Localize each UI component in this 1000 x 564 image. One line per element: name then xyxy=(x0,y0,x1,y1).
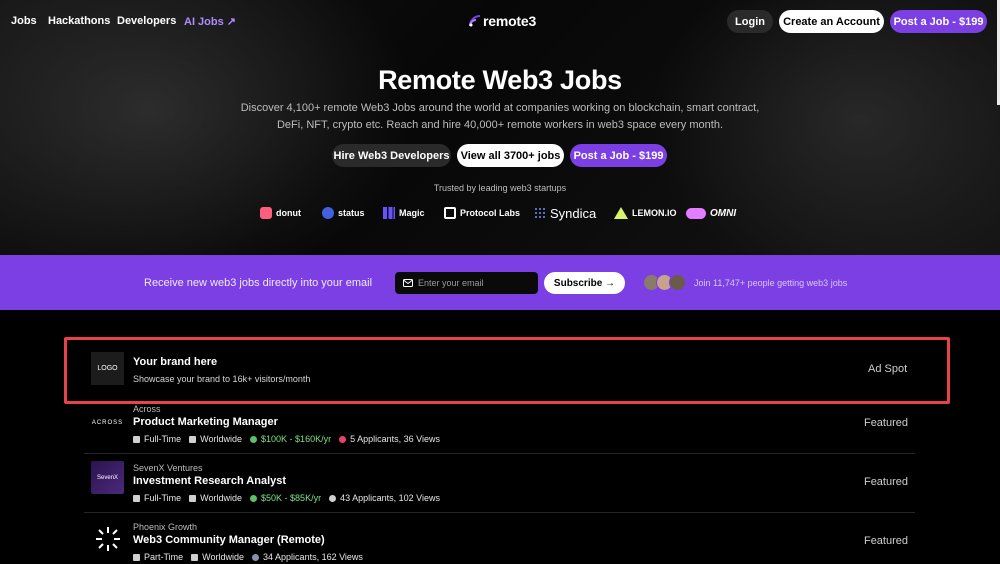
ad-spot-label: Ad Spot xyxy=(868,363,908,375)
applicants-icon xyxy=(339,435,347,443)
email-placeholder: Enter your email xyxy=(418,278,484,288)
dollar-icon xyxy=(250,494,258,502)
job-title[interactable]: Investment Research Analyst xyxy=(133,475,286,487)
join-count-text: Join 11,747+ people getting web3 jobs xyxy=(694,278,848,288)
donut-icon xyxy=(260,207,272,219)
job-location: Worldwide xyxy=(200,493,243,503)
ad-title[interactable]: Your brand here xyxy=(133,356,217,368)
job-type: Part-Time xyxy=(144,552,184,562)
job-title[interactable]: Web3 Community Manager (Remote) xyxy=(133,534,325,546)
subscribe-button[interactable]: Subscribe → xyxy=(544,272,625,294)
top-nav: Jobs Hackathons Developers AI Jobs ↗ rem… xyxy=(0,0,1000,44)
status-icon xyxy=(322,207,334,219)
job-location: Worldwide xyxy=(202,552,245,562)
across-logo-text: ACROSS xyxy=(91,419,124,426)
partner-lemon-io: LEMON.IO xyxy=(614,205,677,221)
job-stats: 43 Applicants, 102 Views xyxy=(340,493,440,503)
job-row[interactable]: ACROSS Across Product Marketing Manager … xyxy=(84,400,915,459)
avatar xyxy=(669,274,686,291)
subscribe-band: Receive new web3 jobs directly into your… xyxy=(0,255,1000,310)
partner-magic: Magic xyxy=(383,205,425,221)
partner-protocol-labs: Protocol Labs xyxy=(444,205,520,221)
page-title: Remote Web3 Jobs xyxy=(378,65,622,95)
job-meta: Part-Time Worldwide 34 Applicants, 162 V… xyxy=(133,552,363,562)
featured-badge: Featured xyxy=(863,417,908,429)
partner-omni: OMNI xyxy=(686,205,736,221)
featured-badge: Featured xyxy=(863,535,908,547)
job-company: Across xyxy=(133,404,161,414)
job-type: Full-Time xyxy=(144,434,182,444)
mail-icon xyxy=(403,279,413,287)
job-row[interactable]: SevenX SevenX Ventures Investment Resear… xyxy=(84,459,915,518)
job-meta: Full-Time Worldwide $100K - $160K/yr 5 A… xyxy=(133,434,440,444)
job-stats: 34 Applicants, 162 Views xyxy=(263,552,363,562)
ad-subtitle: Showcase your brand to 16k+ visitors/mon… xyxy=(133,374,311,384)
subscribe-text: Receive new web3 jobs directly into your… xyxy=(144,277,373,289)
job-type: Full-Time xyxy=(144,493,182,503)
magic-icon xyxy=(383,207,395,219)
post-job-button[interactable]: Post a Job - $199 xyxy=(890,10,987,33)
company-logo xyxy=(91,522,124,555)
site-logo[interactable]: remote3 xyxy=(469,13,536,29)
job-company: Phoenix Growth xyxy=(133,522,198,532)
job-company: SevenX Ventures xyxy=(133,463,203,473)
remote3-logo-icon xyxy=(469,15,481,27)
nav-hackathons[interactable]: Hackathons xyxy=(48,15,110,27)
phoenix-logo-icon xyxy=(95,526,120,551)
login-button[interactable]: Login xyxy=(727,10,773,33)
partner-status: status xyxy=(322,205,365,221)
subscriber-avatars xyxy=(643,274,689,292)
map-icon xyxy=(189,435,197,443)
briefcase-icon xyxy=(133,494,140,502)
divider xyxy=(84,512,915,513)
partner-syndica: Syndica xyxy=(534,205,596,221)
job-location: Worldwide xyxy=(200,434,243,444)
job-salary: $100K - $160K/yr xyxy=(261,434,332,444)
job-row[interactable]: Phoenix Growth Web3 Community Manager (R… xyxy=(84,518,915,564)
hire-developers-button[interactable]: Hire Web3 Developers xyxy=(332,144,451,167)
omni-icon xyxy=(686,207,706,219)
email-input[interactable]: Enter your email xyxy=(395,272,538,294)
syndica-icon xyxy=(534,207,546,219)
nav-developers[interactable]: Developers xyxy=(117,15,176,27)
job-salary: $50K - $85K/yr xyxy=(261,493,322,503)
map-icon xyxy=(189,494,197,502)
partner-donut: donut xyxy=(260,205,301,221)
hero-post-job-button[interactable]: Post a Job - $199 xyxy=(570,144,667,167)
dollar-icon xyxy=(250,435,258,443)
logo-text: remote3 xyxy=(483,13,537,29)
job-title[interactable]: Product Marketing Manager xyxy=(133,416,278,428)
divider xyxy=(84,453,915,454)
view-all-jobs-button[interactable]: View all 3700+ jobs xyxy=(457,144,564,167)
user-icon xyxy=(329,494,337,502)
job-meta: Full-Time Worldwide $50K - $85K/yr 43 Ap… xyxy=(133,493,440,503)
briefcase-icon xyxy=(133,435,140,443)
create-account-button[interactable]: Create an Account xyxy=(779,10,884,33)
ad-spot-highlight xyxy=(64,337,950,404)
job-stats: 5 Applicants, 36 Views xyxy=(350,434,440,444)
company-logo: SevenX xyxy=(91,461,124,494)
sevenx-logo-text: SevenX xyxy=(96,474,118,481)
lemon-io-icon xyxy=(614,207,628,219)
hero-description: Discover 4,100+ remote Web3 Jobs around … xyxy=(240,102,760,131)
company-logo: ACROSS xyxy=(91,406,124,439)
applicants-icon xyxy=(252,553,260,561)
map-icon xyxy=(191,553,199,561)
briefcase-icon xyxy=(133,553,140,561)
protocol-labs-icon xyxy=(444,207,456,219)
ad-logo: LOGO xyxy=(91,352,124,385)
trusted-label: Trusted by leading web3 startups xyxy=(433,183,567,193)
nav-jobs[interactable]: Jobs xyxy=(11,15,37,27)
nav-ai-jobs[interactable]: AI Jobs ↗ xyxy=(184,15,236,28)
featured-badge: Featured xyxy=(863,476,908,488)
